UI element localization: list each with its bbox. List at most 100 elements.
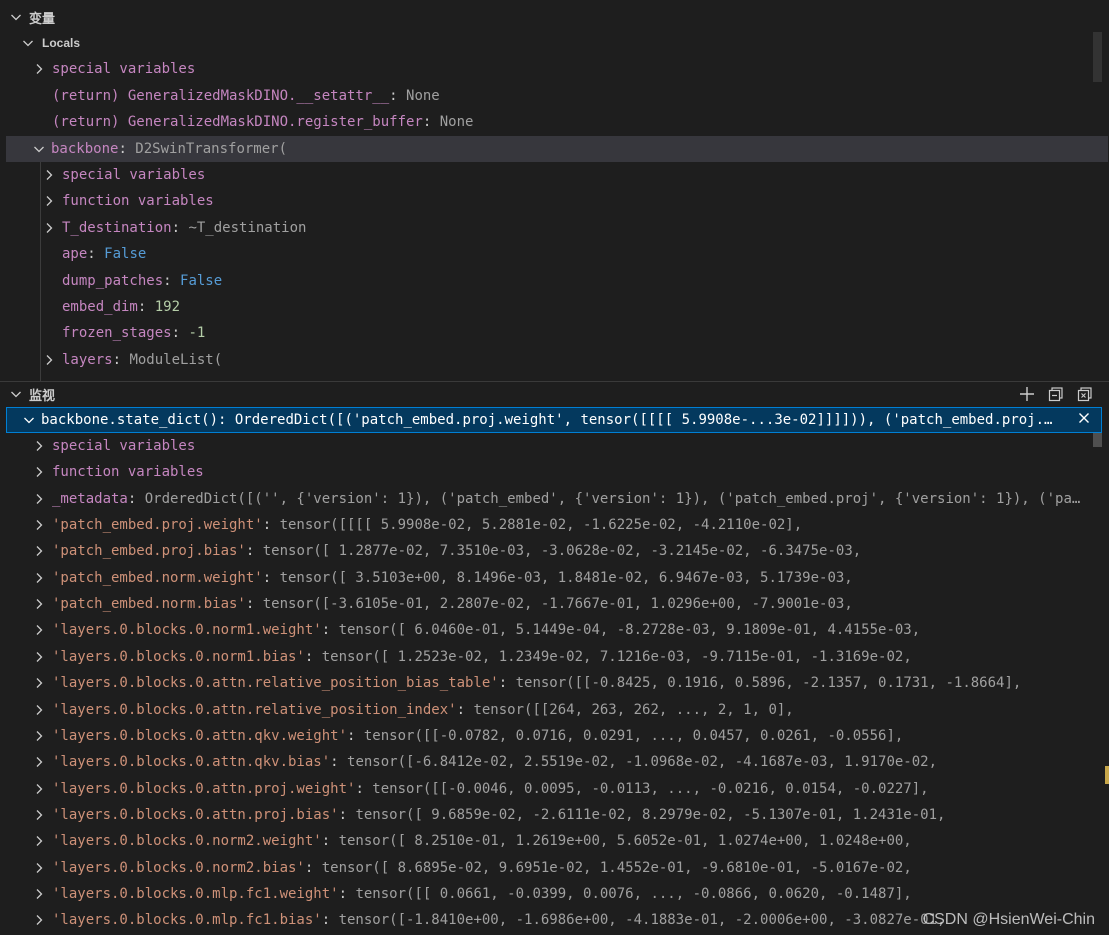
watch-scrollbar[interactable] [1093,433,1102,447]
chevron-down-icon [8,386,24,402]
variable-row[interactable]: (return) GeneralizedMaskDINO.__setattr__… [0,83,1090,109]
chevron-right-icon[interactable] [31,61,47,77]
watch-child-row[interactable]: 'layers.0.blocks.0.norm1.weight': tensor… [0,617,1090,643]
watch-child-value: tensor([ 6.0460e-01, 5.1449e-04, -8.2728… [338,622,921,638]
watch-child-row[interactable]: 'layers.0.blocks.0.norm1.bias': tensor([… [0,644,1090,670]
chevron-right-icon[interactable] [31,675,47,691]
watch-child-row[interactable]: 'layers.0.blocks.0.attn.qkv.weight': ten… [0,723,1090,749]
variable-row[interactable]: T_destination: ~T_destination [0,215,1090,241]
variable-row[interactable]: special variables [0,162,1090,188]
watch-child-row[interactable]: 'patch_embed.norm.bias': tensor([-3.6105… [0,591,1090,617]
watermark: CSDN @HsienWei-Chin [922,911,1095,928]
chevron-down-icon[interactable] [31,141,47,157]
variables-scrollbar[interactable] [1093,32,1102,82]
watch-child-row[interactable]: 'patch_embed.proj.weight': tensor([[[[ 5… [0,512,1090,538]
watch-child-row[interactable]: 'layers.0.blocks.0.attn.relative_positio… [0,670,1090,696]
variable-row[interactable]: function variables [0,188,1090,214]
variable-row[interactable]: embed_dim: 192 [0,294,1090,320]
watch-child-name: 'layers.0.blocks.0.attn.relative_positio… [52,675,499,691]
chevron-right-icon[interactable] [41,220,57,236]
watch-child-value: tensor([[-0.0782, 0.0716, 0.0291, ..., 0… [363,728,904,744]
watch-child-value: tensor([-3.6105e-01, 2.2807e-02, -1.7667… [262,596,853,612]
chevron-right-icon[interactable] [31,491,47,507]
chevron-right-icon[interactable] [31,807,47,823]
watch-child-row[interactable]: 'layers.0.blocks.0.mlp.fc1.weight': tens… [0,881,1090,907]
watch-child-name: 'layers.0.blocks.0.norm2.bias' [52,860,305,876]
chevron-right-icon[interactable] [31,649,47,665]
chevron-right-icon[interactable] [31,912,47,928]
chevron-down-icon[interactable] [21,412,37,428]
variable-row[interactable]: special variables [0,56,1090,82]
watch-child-name: 'layers.0.blocks.0.norm2.weight' [52,833,322,849]
variable-row[interactable]: (return) GeneralizedMaskDINO.register_bu… [0,109,1090,135]
watch-expression-row[interactable]: backbone.state_dict(): OrderedDict([('pa… [6,407,1102,433]
watch-child-name: 'layers.0.blocks.0.mlp.fc1.weight' [52,886,339,902]
remove-expression-icon[interactable] [1076,410,1092,426]
chevron-right-icon[interactable] [31,622,47,638]
watch-child-row[interactable]: 'layers.0.blocks.0.norm2.weight': tensor… [0,828,1090,854]
variable-name: special variables [62,167,206,183]
watch-child-name: 'layers.0.blocks.0.norm1.bias' [52,649,305,665]
variable-row[interactable]: ape: False [0,241,1090,267]
watch-child-row[interactable]: _metadata: OrderedDict([('', {'version':… [0,486,1090,512]
watch-child-name: special variables [52,438,196,454]
watch-child-value: tensor([ 9.6859e-02, -2.6111e-02, 8.2979… [355,807,946,823]
watch-child-name: 'layers.0.blocks.0.mlp.fc1.bias' [52,912,322,928]
chevron-right-icon[interactable] [31,728,47,744]
watch-child-row[interactable]: 'patch_embed.norm.weight': tensor([ 3.51… [0,565,1090,591]
watch-child-value: tensor([[ 0.0661, -0.0399, 0.0076, ..., … [355,886,912,902]
watch-section-title: 监视 [29,387,56,403]
variable-name: embed_dim [62,299,138,315]
variable-row[interactable]: layers: ModuleList( [0,347,1090,373]
variable-name: layers [62,352,113,368]
watch-child-row[interactable]: 'layers.0.blocks.0.attn.proj.weight': te… [0,776,1090,802]
watch-child-value: tensor([ 8.6895e-02, 9.6951e-02, 1.4552e… [321,860,912,876]
chevron-right-icon[interactable] [31,464,47,480]
variable-name: special variables [52,61,196,77]
watch-child-row[interactable]: 'layers.0.blocks.0.attn.relative_positio… [0,697,1090,723]
watch-expression-value: OrderedDict([('patch_embed.proj.weight',… [234,412,1053,428]
remove-all-expressions-icon[interactable] [1076,385,1094,403]
chevron-right-icon[interactable] [41,352,57,368]
watch-child-name: 'layers.0.blocks.0.attn.proj.weight' [52,781,356,797]
variable-value: 192 [154,299,181,315]
chevron-right-icon[interactable] [31,886,47,902]
add-expression-icon[interactable] [1018,385,1036,403]
watch-child-row[interactable]: 'layers.0.blocks.0.attn.proj.bias': tens… [0,802,1090,828]
chevron-right-icon[interactable] [41,167,57,183]
chevron-right-icon[interactable] [31,596,47,612]
chevron-right-icon[interactable] [31,754,47,770]
watch-child-row[interactable]: special variables [0,433,1090,459]
watch-child-row[interactable]: function variables [0,459,1090,485]
chevron-right-icon[interactable] [31,860,47,876]
watch-child-row[interactable]: 'layers.0.blocks.0.attn.qkv.bias': tenso… [0,749,1090,775]
watch-child-name: 'patch_embed.proj.weight' [52,517,263,533]
collapse-all-icon[interactable] [1047,385,1065,403]
watch-child-name: 'layers.0.blocks.0.attn.qkv.weight' [52,728,348,744]
variable-value: None [439,114,474,130]
locals-scope-header[interactable]: Locals [0,32,1109,54]
watch-child-row[interactable]: 'layers.0.blocks.0.norm2.bias': tensor([… [0,855,1090,881]
variable-name: (return) GeneralizedMaskDINO.__setattr__ [52,88,390,104]
chevron-right-icon[interactable] [31,833,47,849]
chevron-right-icon[interactable] [31,438,47,454]
variable-row[interactable]: frozen_stages: -1 [0,320,1090,346]
watch-section-header[interactable]: 监视 [0,383,1109,405]
chevron-right-icon[interactable] [31,543,47,559]
variable-value: None [406,88,440,104]
chevron-down-icon [20,35,36,51]
chevron-right-icon[interactable] [31,702,47,718]
chevron-right-icon[interactable] [31,781,47,797]
chevron-right-icon[interactable] [41,193,57,209]
chevron-right-icon[interactable] [31,517,47,533]
variable-row-selected[interactable]: backbone: D2SwinTransformer( [6,136,1108,162]
chevron-right-icon[interactable] [31,570,47,586]
variable-row[interactable]: dump_patches: False [0,268,1090,294]
variables-section-header[interactable]: 变量 [0,6,1109,28]
watch-child-row[interactable]: 'patch_embed.proj.bias': tensor([ 1.2877… [0,538,1090,564]
watch-child-name: function variables [52,464,204,480]
watch-child-name: 'patch_embed.norm.weight' [52,570,263,586]
watch-child-value: tensor([[-0.8425, 0.1916, 0.5896, -2.135… [515,675,1022,691]
variable-value: -1 [188,325,206,341]
variable-value: False [104,246,147,262]
